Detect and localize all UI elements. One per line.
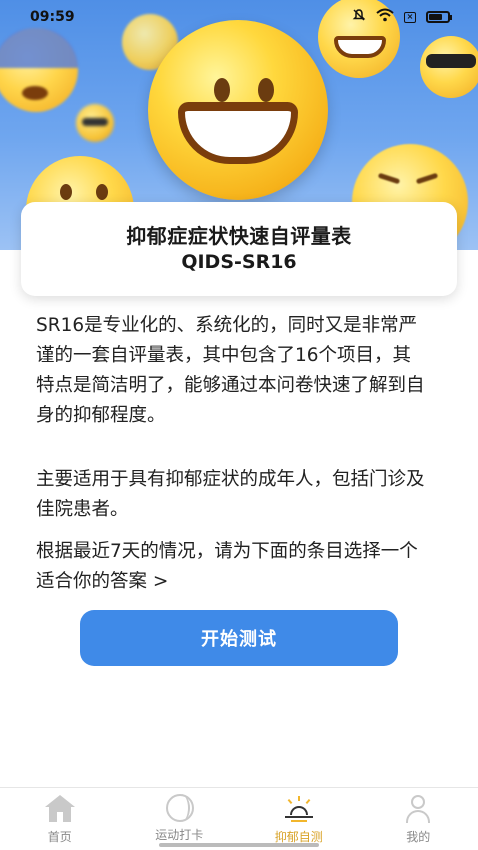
sim-icon: × xyxy=(404,11,416,23)
ball-icon xyxy=(166,794,195,822)
sunglasses-emoji-image xyxy=(420,36,478,98)
nav-item-home[interactable]: 首页 xyxy=(0,788,120,850)
sun-icon xyxy=(283,794,315,824)
description-paragraph-3[interactable]: 根据最近7天的情况，请为下面的条目选择一个适合你的答案 > xyxy=(36,537,428,597)
bottom-nav: 首页 运动打卡 抑郁自测 我的 xyxy=(0,787,478,850)
grinning-emoji-image xyxy=(148,20,328,200)
description-paragraph-2: 主要适用于具有抑郁症状的成年人，包括门诊及佳院患者。 xyxy=(36,469,425,520)
home-icon xyxy=(44,794,76,824)
nav-item-profile[interactable]: 我的 xyxy=(359,788,478,850)
battery-icon xyxy=(426,11,452,23)
page-title: 抑郁症症状快速自评量表 xyxy=(126,224,352,248)
nav-label-home: 首页 xyxy=(47,830,72,844)
mute-icon xyxy=(352,8,366,26)
sunglasses-emoji-small-image xyxy=(76,104,114,142)
nav-label-exercise: 运动打卡 xyxy=(155,828,204,842)
title-card: 抑郁症症状快速自评量表 QIDS-SR16 xyxy=(21,202,457,296)
nav-item-exercise[interactable]: 运动打卡 xyxy=(120,788,240,850)
person-icon xyxy=(402,794,434,824)
status-icons: × xyxy=(352,8,452,26)
status-time: 09:59 xyxy=(30,9,75,25)
page-subtitle: QIDS-SR16 xyxy=(181,251,297,273)
description-paragraph-1: SR16是专业化的、系统化的，同时又是非常严谨的一套自评量表，其中包含了16个项… xyxy=(36,315,425,426)
worried-emoji-image xyxy=(0,28,78,112)
home-indicator xyxy=(159,843,319,847)
status-bar: 09:59 × xyxy=(0,0,478,34)
nav-label-profile: 我的 xyxy=(406,830,431,844)
wifi-icon xyxy=(376,8,394,26)
start-test-button[interactable]: 开始测试 xyxy=(80,610,398,666)
nav-item-depression-test[interactable]: 抑郁自测 xyxy=(239,788,359,850)
